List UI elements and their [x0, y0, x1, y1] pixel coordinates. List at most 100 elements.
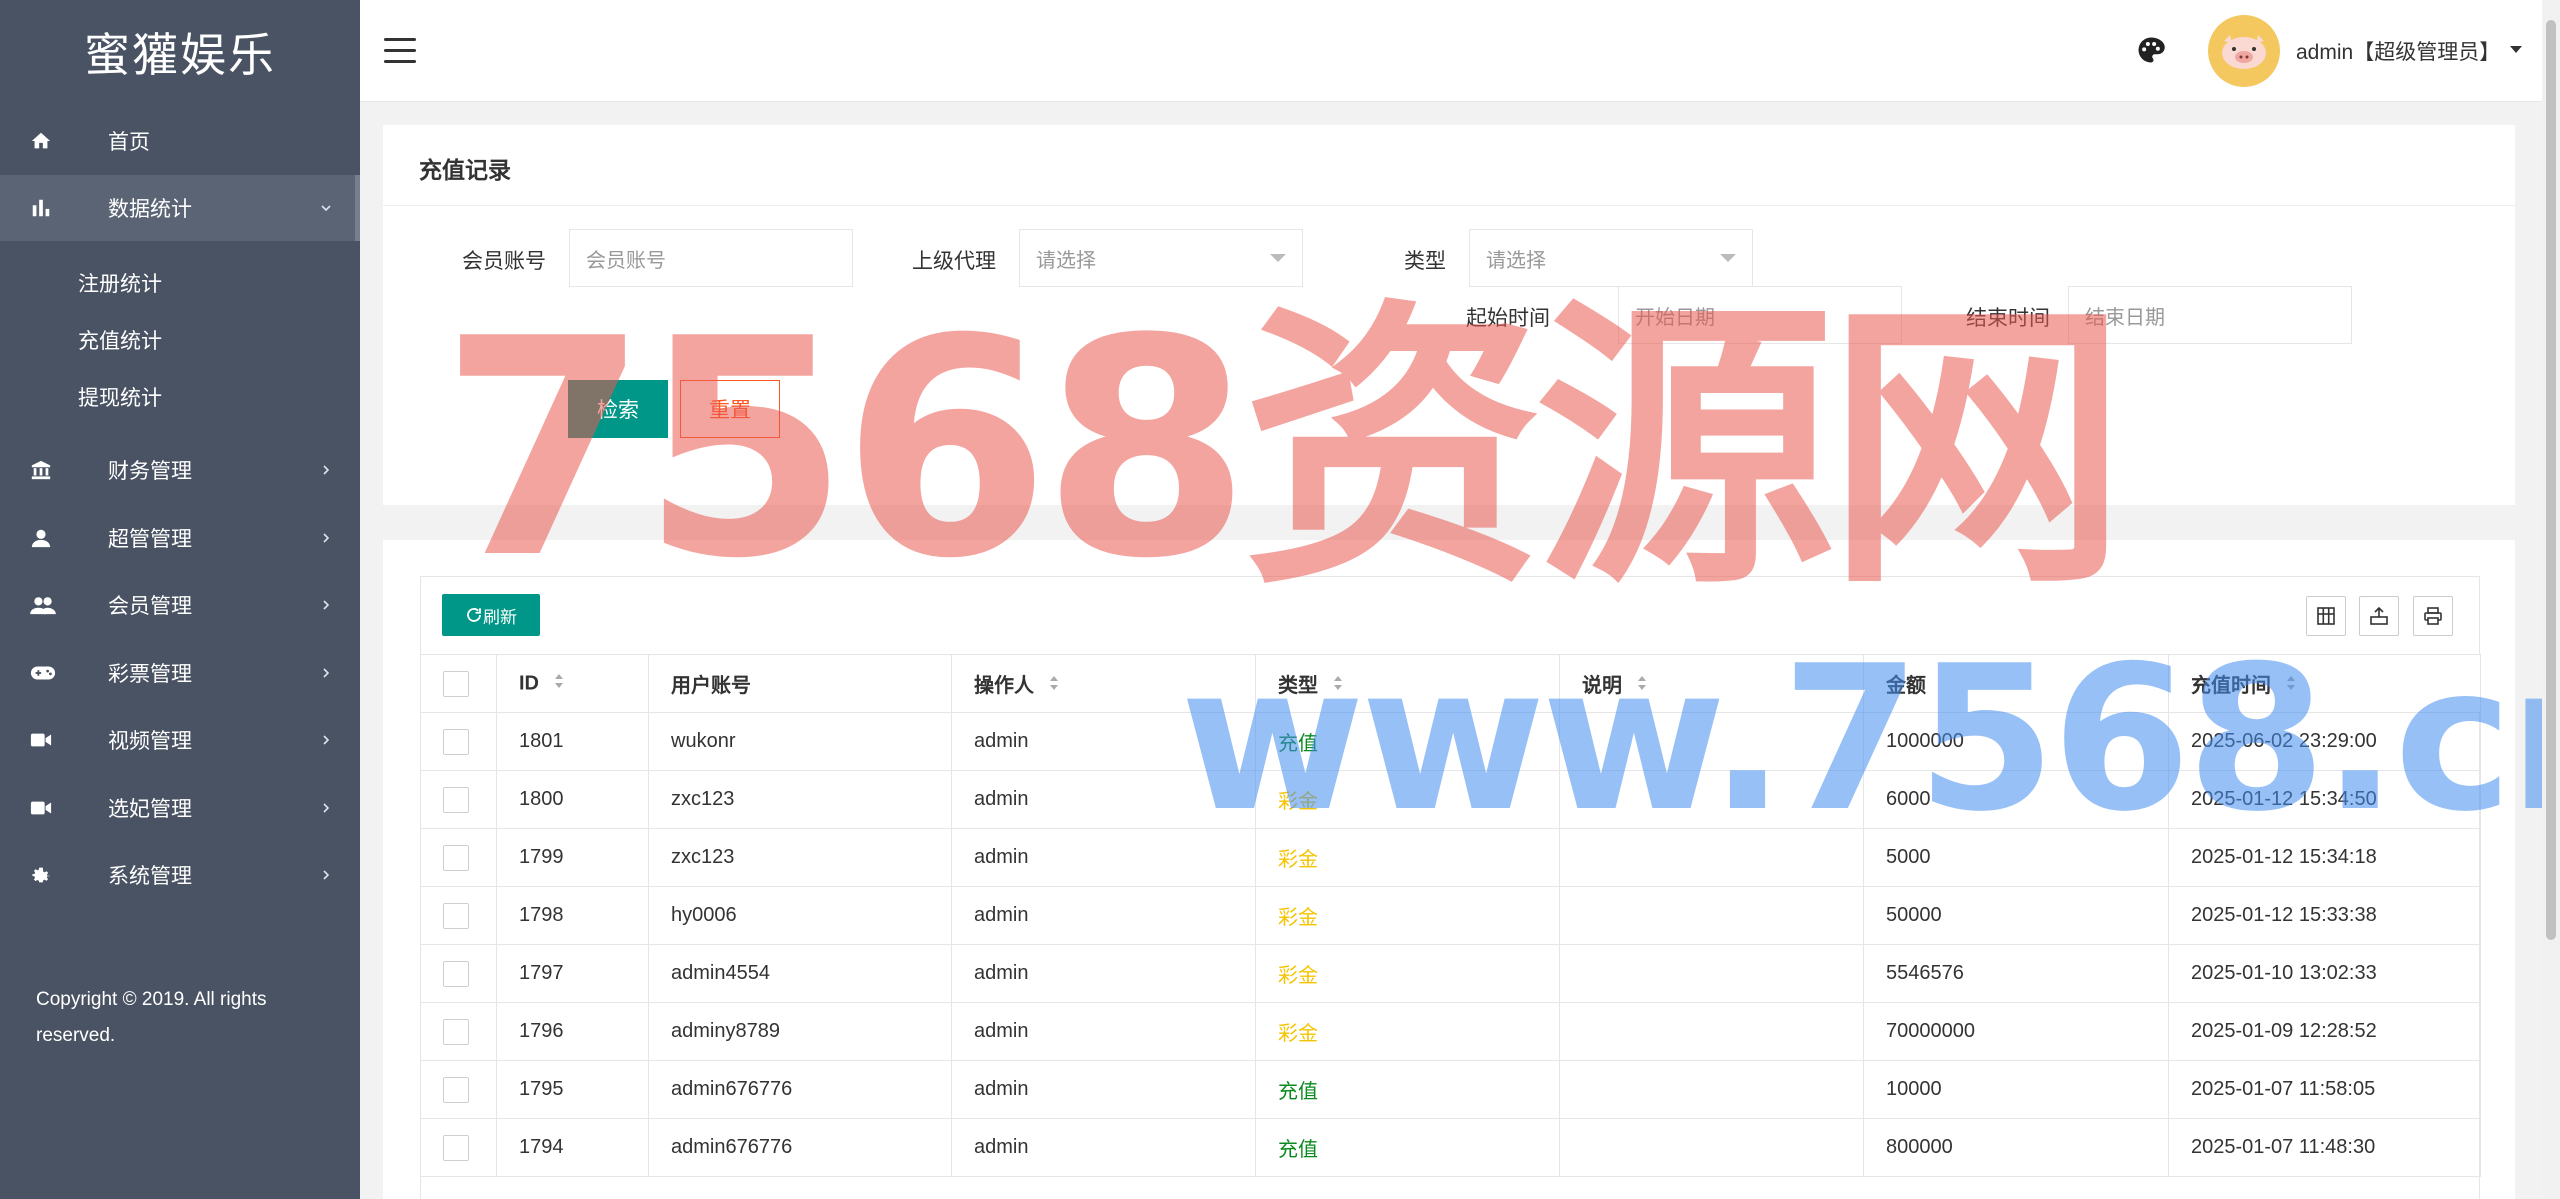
column-header-label: 操作人: [974, 674, 1034, 697]
row-checkbox-cell[interactable]: [420, 828, 497, 887]
sidebar: 蜜獾娱乐 首页 数据统计 注册统计 充值统计 提现统计 财务管理 超管管理 会员…: [0, 0, 360, 1199]
user-icon: [30, 527, 74, 549]
recharge-table: ID 用户账号 操作人 类型 说明 金额 充值时间 1801 wukonr admi…: [420, 654, 2481, 1177]
row-checkbox-cell[interactable]: [420, 1118, 497, 1177]
row-checkbox-cell[interactable]: [420, 886, 497, 945]
cell-type: 彩金: [1255, 944, 1560, 1003]
agent-select[interactable]: 请选择: [1019, 229, 1303, 287]
user-name[interactable]: admin【超级管理员】: [2296, 36, 2500, 66]
sidebar-item-label: 财务管理: [108, 460, 192, 483]
row-checkbox[interactable]: [443, 960, 469, 987]
sidebar-item-label: 视频管理: [108, 730, 192, 753]
table-row[interactable]: 1799 zxc123 admin 彩金 5000 2025-01-12 15:34:18: [420, 828, 2481, 887]
column-header-note[interactable]: 说明: [1559, 654, 1864, 713]
cell-type: 充值: [1255, 712, 1560, 771]
chevron-right-icon: [320, 730, 360, 751]
column-header-label: 说明: [1582, 674, 1622, 697]
sort-icon[interactable]: [1332, 674, 1344, 698]
cell-type: 充值: [1255, 1060, 1560, 1119]
sort-icon[interactable]: [1636, 674, 1648, 698]
cell-id: 1797: [496, 944, 649, 1003]
member-account-input[interactable]: 会员账号: [569, 229, 853, 287]
sidebar-item-home[interactable]: 首页: [0, 108, 360, 174]
sidebar-item-system[interactable]: 系统管理: [0, 842, 360, 908]
sort-icon[interactable]: [2285, 674, 2297, 698]
row-checkbox-cell[interactable]: [420, 944, 497, 1003]
end-date-input[interactable]: 结束日期: [2068, 286, 2352, 344]
chevron-right-icon: [320, 798, 360, 819]
sidebar-item-data-stats[interactable]: 数据统计: [0, 175, 360, 241]
column-header-operator[interactable]: 操作人: [951, 654, 1256, 713]
top-header: admin【超级管理员】: [360, 0, 2542, 102]
caret-down-icon[interactable]: [2510, 46, 2522, 53]
row-checkbox-cell[interactable]: [420, 1060, 497, 1119]
row-checkbox[interactable]: [443, 786, 469, 813]
cell-amount: 70000000: [1863, 1002, 2169, 1061]
row-checkbox[interactable]: [443, 728, 469, 755]
avatar[interactable]: [2208, 15, 2280, 87]
row-checkbox-cell[interactable]: [420, 1002, 497, 1061]
sidebar-subitem-register-stats[interactable]: 注册统计: [78, 268, 162, 298]
table-row[interactable]: 1794 admin676776 admin 充值 800000 2025-01-07 1…: [420, 1118, 2481, 1177]
print-icon: [2424, 607, 2442, 625]
print-button[interactable]: [2413, 596, 2453, 636]
sidebar-subitem-withdraw-stats[interactable]: 提现统计: [78, 382, 162, 412]
sidebar-item-lottery[interactable]: 彩票管理: [0, 640, 360, 706]
cell-user: admin4554: [648, 944, 952, 1003]
table-row[interactable]: 1796 adminy8789 admin 彩金 70000000 2025-01-09 …: [420, 1002, 2481, 1061]
column-header-time[interactable]: 充值时间: [2168, 654, 2481, 713]
header-checkbox-cell[interactable]: [420, 654, 497, 713]
sidebar-item-video[interactable]: 视频管理: [0, 707, 360, 773]
type-select[interactable]: 请选择: [1469, 229, 1753, 287]
cell-time: 2025-01-07 11:58:05: [2168, 1060, 2481, 1119]
sidebar-item-members[interactable]: 会员管理: [0, 572, 360, 638]
cell-time: 2025-01-10 13:02:33: [2168, 944, 2481, 1003]
cell-note: [1559, 770, 1864, 829]
table-row[interactable]: 1801 wukonr admin 充值 1000000 2025-06-02 23:29…: [420, 712, 2481, 771]
column-header-id[interactable]: ID: [496, 654, 649, 713]
row-checkbox-cell[interactable]: [420, 712, 497, 771]
column-header-label: 充值时间: [2191, 674, 2271, 697]
sort-icon[interactable]: [553, 672, 565, 696]
sidebar-subitem-recharge-stats[interactable]: 充值统计: [78, 325, 162, 355]
row-checkbox[interactable]: [443, 844, 469, 871]
cell-amount: 10000: [1863, 1060, 2169, 1119]
cell-id: 1796: [496, 1002, 649, 1061]
scrollbar-thumb[interactable]: [2546, 20, 2556, 940]
bar-chart-icon: [30, 197, 74, 219]
cell-type: 彩金: [1255, 770, 1560, 829]
row-checkbox[interactable]: [443, 902, 469, 929]
cell-time: 2025-01-12 15:34:50: [2168, 770, 2481, 829]
export-button[interactable]: [2359, 596, 2399, 636]
table-row[interactable]: 1797 admin4554 admin 彩金 5546576 2025-01-10 13…: [420, 944, 2481, 1003]
cell-id: 1794: [496, 1118, 649, 1177]
row-checkbox[interactable]: [443, 1076, 469, 1103]
type-label: 类型: [1404, 250, 1446, 273]
column-header-label: ID: [519, 671, 539, 694]
columns-filter-button[interactable]: [2306, 596, 2346, 636]
refresh-button[interactable]: 刷新: [442, 594, 540, 636]
table-row[interactable]: 1795 admin676776 admin 充值 10000 2025-01-07 11…: [420, 1060, 2481, 1119]
palette-icon[interactable]: [2136, 35, 2166, 65]
bank-icon: [30, 459, 74, 481]
menu-toggle-icon[interactable]: [384, 38, 416, 64]
sidebar-item-label: 选妃管理: [108, 798, 192, 821]
table-row[interactable]: 1798 hy0006 admin 彩金 50000 2025-01-12 15:33:3…: [420, 886, 2481, 945]
cell-amount: 800000: [1863, 1118, 2169, 1177]
column-header-type[interactable]: 类型: [1255, 654, 1560, 713]
sidebar-item-super-admin[interactable]: 超管管理: [0, 505, 360, 571]
row-checkbox[interactable]: [443, 1018, 469, 1045]
start-date-input[interactable]: 开始日期: [1618, 286, 1902, 344]
select-all-checkbox[interactable]: [443, 670, 469, 697]
cell-operator: admin: [951, 828, 1256, 887]
row-checkbox-cell[interactable]: [420, 770, 497, 829]
search-button[interactable]: 检索: [568, 380, 668, 438]
sidebar-item-concubine[interactable]: 选妃管理: [0, 775, 360, 841]
cell-id: 1800: [496, 770, 649, 829]
table-row[interactable]: 1800 zxc123 admin 彩金 6000 2025-01-12 15:34:50: [420, 770, 2481, 829]
sidebar-item-finance[interactable]: 财务管理: [0, 437, 360, 503]
sort-icon[interactable]: [1048, 674, 1060, 698]
reset-button[interactable]: 重置: [680, 380, 780, 438]
row-checkbox[interactable]: [443, 1134, 469, 1161]
chevron-right-icon: [320, 595, 360, 616]
